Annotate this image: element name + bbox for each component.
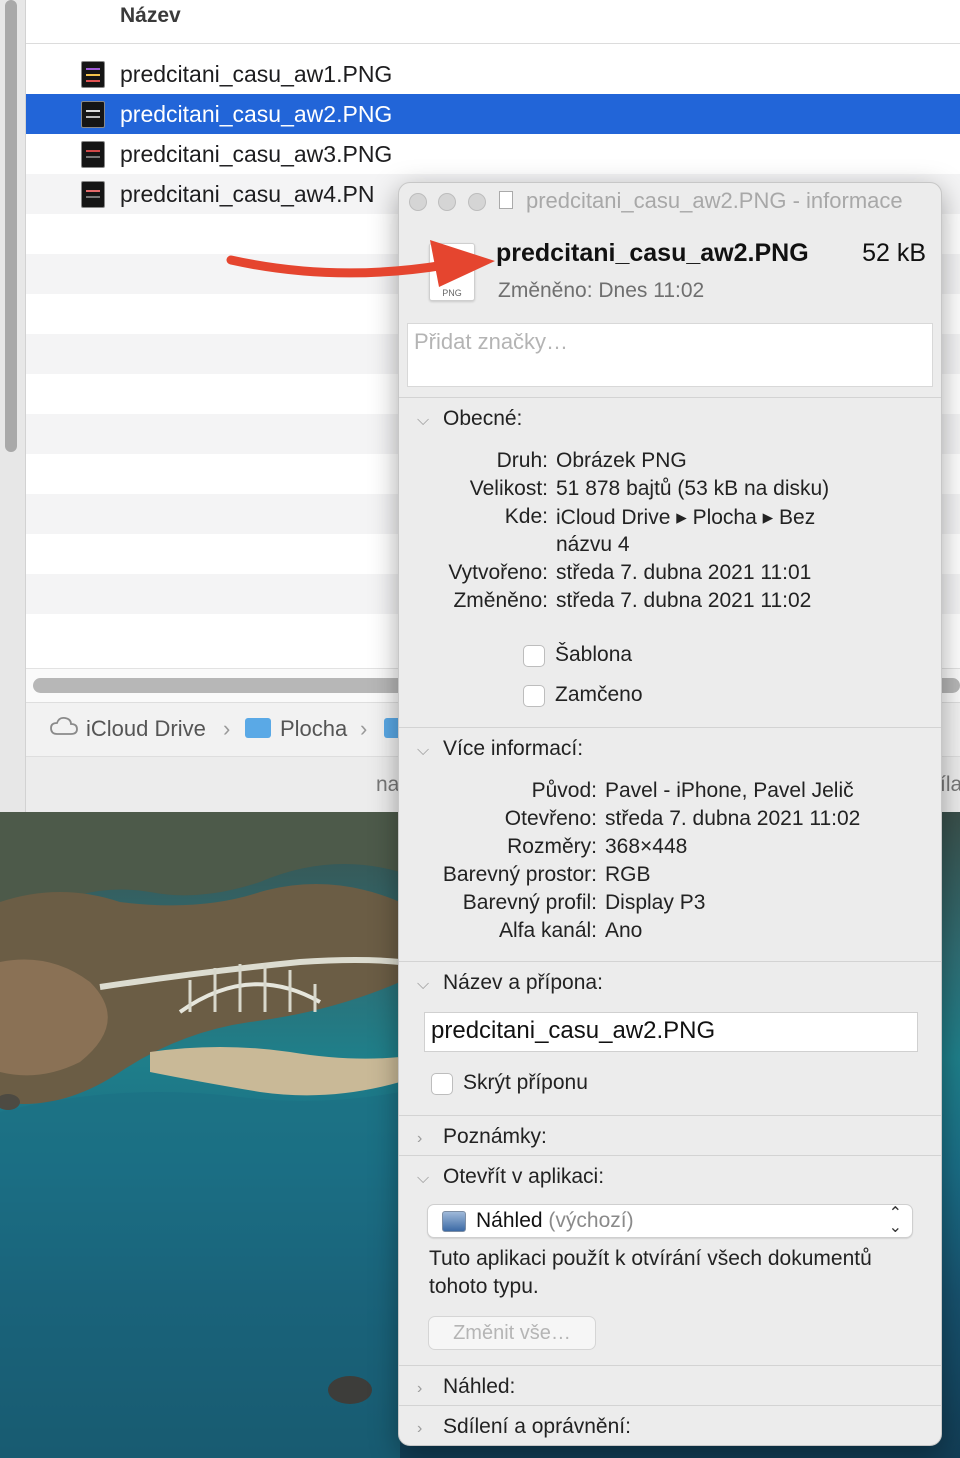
status-text-right: íla	[940, 773, 960, 796]
hide-extension-label: Skrýt příponu	[463, 1071, 588, 1094]
file-name-input-value: predcitani_casu_aw2.PNG	[431, 1017, 716, 1044]
zoom-button[interactable]	[468, 193, 486, 211]
document-icon	[499, 191, 513, 209]
label-druh: Druh:	[496, 449, 548, 472]
section-general-title: Obecné:	[443, 407, 523, 430]
label-kde: Kde:	[504, 505, 548, 528]
label-velikost: Velikost:	[469, 477, 548, 500]
sablona-label: Šablona	[555, 643, 633, 666]
file-row[interactable]: predcitani_casu_aw3.PNG	[26, 134, 960, 174]
section-sharing-title: Sdílení a oprávnění:	[443, 1415, 631, 1438]
info-file-size: 52 kB	[862, 239, 926, 267]
chevron-down-icon: ⌵	[417, 976, 430, 993]
value-otevreno: středa 7. dubna 2021 11:02	[605, 807, 861, 830]
png-file-icon	[81, 141, 105, 168]
section-sharing[interactable]: › Sdílení a oprávnění:	[417, 1415, 631, 1439]
label-barevny-profil: Barevný profil:	[462, 891, 597, 914]
section-general[interactable]: ⌵ Obecné:	[417, 407, 522, 431]
file-name: predcitani_casu_aw3.PNG	[120, 141, 393, 167]
label-barevny-prostor: Barevný prostor:	[442, 863, 597, 886]
path-separator-icon: ›	[223, 716, 231, 741]
value-zmeneno: středa 7. dubna 2021 11:02	[556, 589, 812, 612]
label-rozmery: Rozměry:	[507, 835, 597, 858]
label-puvod: Původ:	[531, 779, 597, 802]
chevron-down-icon: ⌵	[417, 742, 430, 759]
window-title: predcitani_casu_aw2.PNG - informace	[526, 188, 903, 213]
label-zmeneno: Změněno:	[453, 589, 548, 612]
zamceno-label: Zamčeno	[555, 683, 643, 706]
file-row[interactable]: predcitani_casu_aw1.PNG	[26, 54, 960, 94]
value-barevny-profil: Display P3	[605, 891, 706, 914]
label-vytvoreno: Vytvořeno:	[448, 561, 548, 584]
section-more-info[interactable]: ⌵ Více informací:	[417, 737, 583, 761]
section-open-with[interactable]: ⌵ Otevřít v aplikaci:	[417, 1165, 604, 1189]
chevron-up-down-icon: ⌃ ⌄	[888, 1205, 902, 1236]
chevron-down-icon: ⌵	[417, 1170, 430, 1187]
path-item-plocha[interactable]: Plocha	[280, 716, 347, 742]
value-velikost: 51 878 bajtů (53 kB na disku)	[556, 477, 830, 500]
open-with-value: Náhled (výchozí)	[476, 1209, 634, 1233]
chevron-right-icon: ›	[417, 1380, 423, 1397]
open-with-popup[interactable]: Náhled (výchozí) ⌃ ⌄	[427, 1204, 913, 1238]
value-rozmery: 368×448	[605, 835, 688, 858]
section-notes-title: Poznámky:	[443, 1125, 547, 1148]
label-otevreno: Otevřeno:	[504, 807, 597, 830]
section-more-title: Více informací:	[443, 737, 584, 760]
png-file-icon	[81, 61, 105, 88]
finder-sidebar	[0, 0, 26, 812]
section-open-with-title: Otevřít v aplikaci:	[443, 1165, 605, 1188]
red-arrow-annotation	[226, 240, 495, 287]
section-preview-title: Náhled:	[443, 1375, 516, 1398]
png-file-icon	[81, 181, 105, 208]
info-window: predcitani_casu_aw2.PNG - informace PNG …	[398, 182, 942, 1446]
minimize-button[interactable]	[438, 193, 456, 211]
chevron-right-icon: ›	[417, 1420, 423, 1437]
file-row-selected[interactable]: predcitani_casu_aw2.PNG	[26, 94, 960, 134]
section-name-extension[interactable]: ⌵ Název a přípona:	[417, 971, 603, 995]
png-file-icon	[81, 101, 105, 128]
section-notes[interactable]: › Poznámky:	[417, 1125, 547, 1149]
status-text-left: na	[376, 773, 400, 796]
info-modified: Změněno: Dnes 11:02	[498, 279, 705, 302]
value-barevny-prostor: RGB	[605, 863, 651, 886]
checkbox-box[interactable]	[523, 645, 545, 667]
sidebar-scrollbar[interactable]	[5, 0, 17, 452]
column-header-label: Název	[120, 4, 181, 27]
chevron-down-icon: ⌵	[417, 412, 430, 429]
checkbox-box[interactable]	[523, 685, 545, 707]
chevron-right-icon: ›	[417, 1130, 423, 1147]
folder-icon	[245, 718, 271, 738]
section-name-title: Název a přípona:	[443, 971, 603, 994]
value-puvod: Pavel - iPhone, Pavel Jelič	[605, 779, 854, 802]
change-all-button[interactable]: Změnit vše…	[428, 1316, 596, 1350]
value-druh: Obrázek PNG	[556, 449, 687, 472]
file-name: predcitani_casu_aw2.PNG	[120, 101, 393, 127]
info-titlebar[interactable]: predcitani_casu_aw2.PNG - informace	[399, 183, 941, 219]
path-separator-icon: ›	[360, 716, 368, 741]
file-name: predcitani_casu_aw4.PN	[120, 181, 375, 207]
value-alfa-kanal: Ano	[605, 919, 643, 942]
app-default-tag: (výchozí)	[548, 1209, 634, 1232]
value-vytvoreno: středa 7. dubna 2021 11:01	[556, 561, 812, 584]
column-header-name[interactable]: Název	[26, 0, 960, 44]
close-button[interactable]	[409, 193, 427, 211]
cloud-icon	[50, 716, 78, 742]
path-item-icloud[interactable]: iCloud Drive	[86, 716, 206, 742]
value-kde: iCloud Drive ▸ Plocha ▸ Bez	[556, 506, 816, 529]
info-file-name: predcitani_casu_aw2.PNG	[496, 239, 809, 267]
file-name: predcitani_casu_aw1.PNG	[120, 61, 393, 87]
label-alfa-kanal: Alfa kanál:	[498, 919, 597, 942]
checkbox-box[interactable]	[431, 1073, 453, 1095]
app-name: Náhled	[476, 1209, 543, 1232]
preview-app-icon	[442, 1211, 466, 1232]
file-name-input[interactable]: predcitani_casu_aw2.PNG	[424, 1012, 918, 1052]
tags-field[interactable]: Přidat značky…	[407, 323, 933, 387]
section-preview[interactable]: › Náhled:	[417, 1375, 515, 1399]
open-with-description: Tuto aplikaci použít k otvírání všech do…	[429, 1247, 872, 1298]
value-kde-continued: názvu 4	[556, 533, 630, 556]
tags-placeholder: Přidat značky…	[414, 329, 569, 354]
